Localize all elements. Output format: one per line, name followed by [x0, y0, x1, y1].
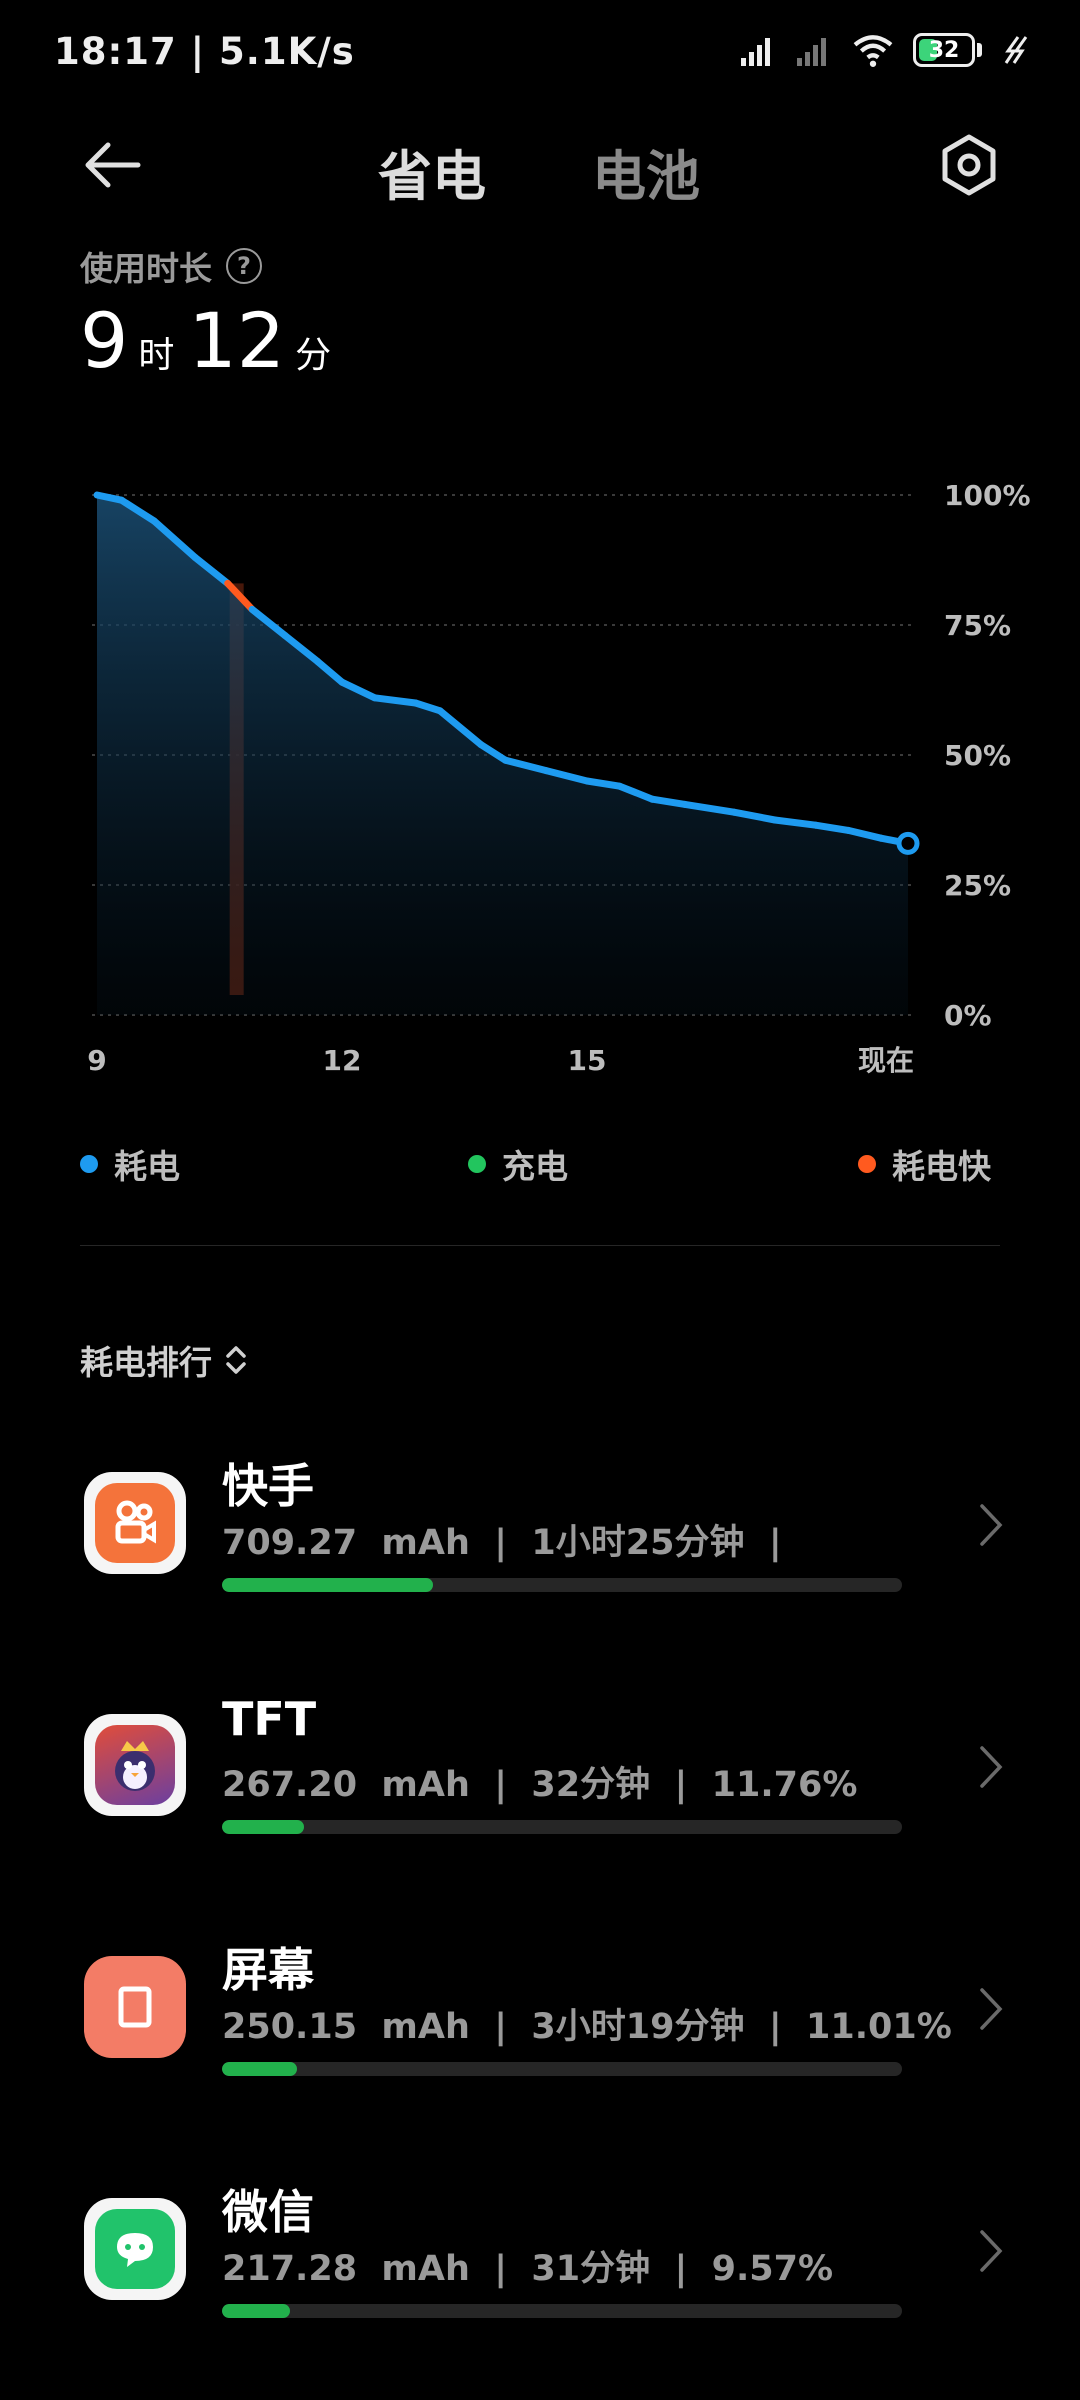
- usage-hours: 9: [80, 296, 129, 385]
- chevron-right-icon: [980, 2230, 1003, 2272]
- usage-label-text: 使用时长: [80, 249, 212, 288]
- usage-duration-label: 使用时长 ?: [80, 242, 262, 290]
- list-item[interactable]: 快手 709.27 mAh | 1小时25分钟 |: [0, 1450, 1080, 1650]
- y-tick-label: 75%: [944, 609, 1011, 642]
- y-tick-label: 0%: [944, 999, 992, 1032]
- legend-charge-label: 充电: [502, 1147, 568, 1186]
- app-name: 屏幕: [222, 1943, 314, 1997]
- legend-fast-label: 耗电快: [892, 1147, 991, 1186]
- current-level-point: [896, 831, 920, 855]
- legend-fast-dot: [858, 1155, 876, 1173]
- usage-bar-fill: [222, 2304, 290, 2318]
- battery-level: 32: [928, 37, 960, 63]
- x-tick-label: 现在: [858, 1044, 914, 1077]
- ranking-title: 耗电排行: [80, 1343, 212, 1382]
- y-tick-label: 100%: [944, 479, 1031, 512]
- legend-drain: 耗电: [80, 1140, 180, 1188]
- signal-icon-2: [797, 38, 826, 66]
- x-tick-label: 15: [568, 1044, 607, 1077]
- app-name: 微信: [222, 2185, 314, 2239]
- app-name: 快手: [222, 1459, 314, 1513]
- usage-minutes: 12: [188, 296, 286, 385]
- signal-icon: [741, 38, 770, 66]
- x-tick-label: 12: [323, 1044, 362, 1077]
- chevron-right-icon: [980, 1504, 1003, 1546]
- status-icons: 32: [739, 32, 1030, 68]
- list-item[interactable]: TFT 267.20 mAh | 32分钟 | 11.76%: [0, 1692, 1080, 1892]
- usage-minutes-unit: 分: [295, 335, 332, 376]
- tab-battery[interactable]: 电池: [592, 132, 700, 211]
- wifi-icon: [853, 35, 893, 67]
- battery-icon: 32: [913, 33, 975, 67]
- usage-bar-fill: [222, 1578, 433, 1592]
- app-stats: 267.20 mAh | 32分钟 | 11.76%: [222, 1765, 858, 1805]
- screen-icon: [84, 1956, 186, 2058]
- chevron-right-icon: [980, 1746, 1003, 1788]
- chevron-right-icon: [980, 1988, 1003, 2030]
- legend-fast-drain: 耗电快: [858, 1140, 991, 1188]
- tab-power-saving[interactable]: 省电: [378, 132, 486, 211]
- battery-chart-svg: 100% 75% 50% 25% 0% 9 12 15 现在: [87, 479, 1031, 1077]
- legend-charge-dot: [468, 1155, 486, 1173]
- tft-icon: [84, 1714, 186, 1816]
- status-time-speed: 18:17 | 5.1K/s: [54, 30, 355, 73]
- back-arrow-icon[interactable]: [78, 130, 148, 200]
- usage-bar: [222, 2304, 902, 2318]
- usage-bar: [222, 1820, 902, 1834]
- charging-icon: [1004, 36, 1028, 64]
- status-bar: 18:17 | 5.1K/s 32: [0, 0, 1080, 110]
- list-item[interactable]: 屏幕 250.15 mAh | 3小时19分钟 | 11.01%: [0, 1934, 1080, 2134]
- y-tick-label: 50%: [944, 739, 1011, 772]
- y-tick-label: 25%: [944, 869, 1011, 902]
- usage-duration-value: 9 时 12 分: [80, 296, 345, 385]
- legend-drain-label: 耗电: [114, 1147, 180, 1186]
- list-item[interactable]: 微信 217.28 mAh | 31分钟 | 9.57%: [0, 2176, 1080, 2376]
- app-name: TFT: [222, 1692, 317, 1746]
- usage-bar-fill: [222, 2062, 297, 2076]
- x-tick-label: 9: [87, 1044, 106, 1077]
- sort-icon: [226, 1346, 246, 1374]
- legend-drain-dot: [80, 1155, 98, 1173]
- kuaishou-icon: [84, 1472, 186, 1574]
- app-stats: 709.27 mAh | 1小时25分钟 |: [222, 1523, 782, 1563]
- ranking-sort-toggle[interactable]: 耗电排行: [80, 1336, 250, 1384]
- battery-chart: 100% 75% 50% 25% 0% 9 12 15 现在: [0, 460, 1080, 1100]
- usage-hours-unit: 时: [138, 335, 175, 376]
- divider: [80, 1245, 1000, 1246]
- header: 省电 电池: [0, 110, 1080, 220]
- chart-legend: 耗电 充电 耗电快: [80, 1140, 1000, 1190]
- usage-bar: [222, 2062, 902, 2076]
- app-stats: 250.15 mAh | 3小时19分钟 | 11.01%: [222, 2007, 952, 2047]
- usage-bar-fill: [222, 1820, 304, 1834]
- app-stats: 217.28 mAh | 31分钟 | 9.57%: [222, 2249, 834, 2289]
- help-icon[interactable]: ?: [226, 248, 262, 284]
- wechat-icon: [84, 2198, 186, 2300]
- settings-icon[interactable]: [936, 132, 1002, 198]
- usage-bar: [222, 1578, 902, 1592]
- legend-charge: 充电: [468, 1140, 568, 1188]
